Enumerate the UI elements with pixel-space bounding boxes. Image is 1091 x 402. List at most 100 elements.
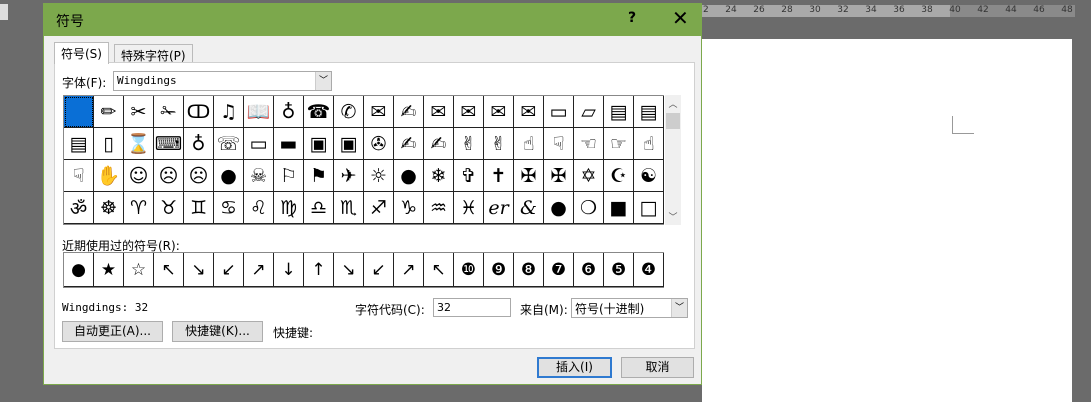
recent-symbol-cell[interactable]: ❼ [544,253,574,287]
symbol-cell[interactable]: ✏ [94,96,124,128]
symbol-cell[interactable]: ▱ [574,96,604,128]
document-page[interactable] [702,39,1072,402]
symbol-cell[interactable]: □ [634,192,664,224]
symbol-cell[interactable]: ☹ [154,160,184,192]
symbol-cell[interactable]: ✝ [484,160,514,192]
chevron-down-icon[interactable]: ﹀ [315,72,331,90]
grid-scrollbar[interactable]: ︿ ﹀ [665,95,681,225]
recent-symbol-cell[interactable]: ❺ [604,253,634,287]
symbol-cell[interactable]: ✋ [94,160,124,192]
recent-symbol-cell[interactable]: ↖ [154,253,184,287]
symbol-cell[interactable]: ✉ [424,96,454,128]
symbol-cell[interactable]: ♑ [394,192,424,224]
title-bar[interactable]: 符号 ? ✕ [44,4,701,36]
symbol-cell[interactable]: ✞ [454,160,484,192]
recent-symbol-cell[interactable]: ● [64,253,94,287]
symbol-cell[interactable]: ✇ [364,128,394,160]
shortcut-key-button[interactable]: 快捷键(K)... [172,321,263,342]
font-select[interactable]: Wingdings ﹀ [113,71,332,91]
symbol-cell[interactable]: ⌛ [124,128,154,160]
recent-symbol-cell[interactable]: ❿ [454,253,484,287]
symbol-cell[interactable]: ☸ [94,192,124,224]
chevron-down-icon[interactable]: ﹀ [671,299,687,317]
symbol-cell[interactable]: ♁ [184,128,214,160]
close-button[interactable]: ✕ [672,6,689,30]
symbol-cell[interactable]: ☯ [634,160,664,192]
symbol-cell[interactable]: ☏ [214,128,244,160]
symbol-cell[interactable]: ♊ [184,192,214,224]
symbol-cell[interactable]: er [484,192,514,224]
symbol-cell[interactable]: ✉ [454,96,484,128]
symbol-cell[interactable]: ♏ [334,192,364,224]
symbol-cell[interactable] [64,96,94,128]
symbol-cell[interactable]: ♓ [454,192,484,224]
symbol-cell[interactable]: ✍ [394,128,424,160]
symbol-cell[interactable]: ▤ [634,96,664,128]
help-button[interactable]: ? [628,10,636,26]
recent-symbol-cell[interactable]: ↗ [244,253,274,287]
symbol-cell[interactable]: ♌ [244,192,274,224]
recent-symbol-cell[interactable]: ☆ [124,253,154,287]
symbol-cell[interactable]: ☎ [304,96,334,128]
symbol-cell[interactable]: ☜ [574,128,604,160]
symbol-cell[interactable]: ☝ [634,128,664,160]
symbol-cell[interactable]: 📖 [244,96,274,128]
symbol-cell[interactable]: ▭ [544,96,574,128]
horizontal-ruler[interactable]: 22 24 26 28 30 32 34 36 38 40 42 44 46 48 [690,5,1075,17]
symbol-cell[interactable]: ✌ [454,128,484,160]
symbol-cell[interactable]: ⚐ [274,160,304,192]
recent-symbol-cell[interactable]: ↙ [364,253,394,287]
symbol-cell[interactable]: ✂ [124,96,154,128]
symbol-cell[interactable]: ♈ [124,192,154,224]
symbol-cell[interactable]: ♐ [364,192,394,224]
scroll-up-icon[interactable]: ︿ [665,97,681,110]
scroll-thumb[interactable] [666,113,680,129]
recent-symbol-cell[interactable]: ★ [94,253,124,287]
symbol-cell[interactable]: ✍ [424,128,454,160]
symbol-cell[interactable]: ♫ [214,96,244,128]
symbol-cell[interactable]: ✌ [484,128,514,160]
symbol-cell[interactable]: ☟ [544,128,574,160]
from-select[interactable]: 符号(十进制) ﹀ [571,298,688,318]
symbol-cell[interactable]: ▭ [244,128,274,160]
recent-symbol-cell[interactable]: ↑ [304,253,334,287]
symbol-cell[interactable]: ☪ [604,160,634,192]
symbol-cell[interactable]: ▯ [94,128,124,160]
symbol-cell[interactable]: ▤ [604,96,634,128]
symbol-cell[interactable]: ✉ [514,96,544,128]
symbol-cell[interactable]: ✍ [394,96,424,128]
symbol-cell[interactable]: ✁ [154,96,184,128]
recent-symbol-cell[interactable]: ↘ [334,253,364,287]
insert-button[interactable]: 插入(I) [537,357,612,378]
symbol-cell[interactable]: ■ [604,192,634,224]
recent-symbol-cell[interactable]: ↗ [394,253,424,287]
recent-symbol-cell[interactable]: ↓ [274,253,304,287]
symbol-cell[interactable]: ❄ [424,160,454,192]
symbol-cell[interactable]: ✉ [364,96,394,128]
symbol-grid[interactable]: ✏ ✂ ✁ ↀ ♫ 📖 ♁ ☎ ✆ ✉ ✍ ✉ ✉ ✉ ✉ ▭ ▱ ▤ ▤ ▤ ▯ ⌛ ⌨ ♁ ☏ ▭ ▬ ▣ ▣ ✇ ✍ ✍ ✌ ✌ ☝ ☟ ☜ ☞ ☝ ☟… [63,95,664,225]
symbol-cell[interactable]: ☝ [514,128,544,160]
symbol-cell[interactable]: ● [394,160,424,192]
tab-special-characters[interactable]: 特殊字符(P) [114,44,193,64]
recent-symbol-cell[interactable]: ↘ [184,253,214,287]
recent-symbol-cell[interactable]: ↖ [424,253,454,287]
symbol-cell[interactable]: ✉ [484,96,514,128]
symbol-cell[interactable]: ⌨ [154,128,184,160]
symbol-cell[interactable]: ♎ [304,192,334,224]
symbol-cell[interactable]: ⚑ [304,160,334,192]
symbol-cell[interactable]: ↀ [184,96,214,128]
symbol-cell[interactable]: ☺ [124,160,154,192]
recent-symbol-cell[interactable]: ❹ [634,253,664,287]
symbol-cell[interactable]: ♁ [274,96,304,128]
recent-symbols[interactable]: ● ★ ☆ ↖ ↘ ↙ ↗ ↓ ↑ ↘ ↙ ↗ ↖ ❿ ❾ ❽ ❼ ❻ ❺ ❹ [63,252,664,288]
symbol-cell[interactable]: ✠ [514,160,544,192]
symbol-cell[interactable]: ☠ [244,160,274,192]
scroll-down-icon[interactable]: ﹀ [665,210,681,223]
symbol-cell[interactable]: ॐ [64,192,94,224]
recent-symbol-cell[interactable]: ❾ [484,253,514,287]
recent-symbol-cell[interactable]: ❽ [514,253,544,287]
symbol-cell[interactable]: ✠ [544,160,574,192]
tab-symbols[interactable]: 符号(S) [54,42,109,64]
symbol-cell[interactable]: ♒ [424,192,454,224]
char-code-input[interactable]: 32 [433,298,511,317]
